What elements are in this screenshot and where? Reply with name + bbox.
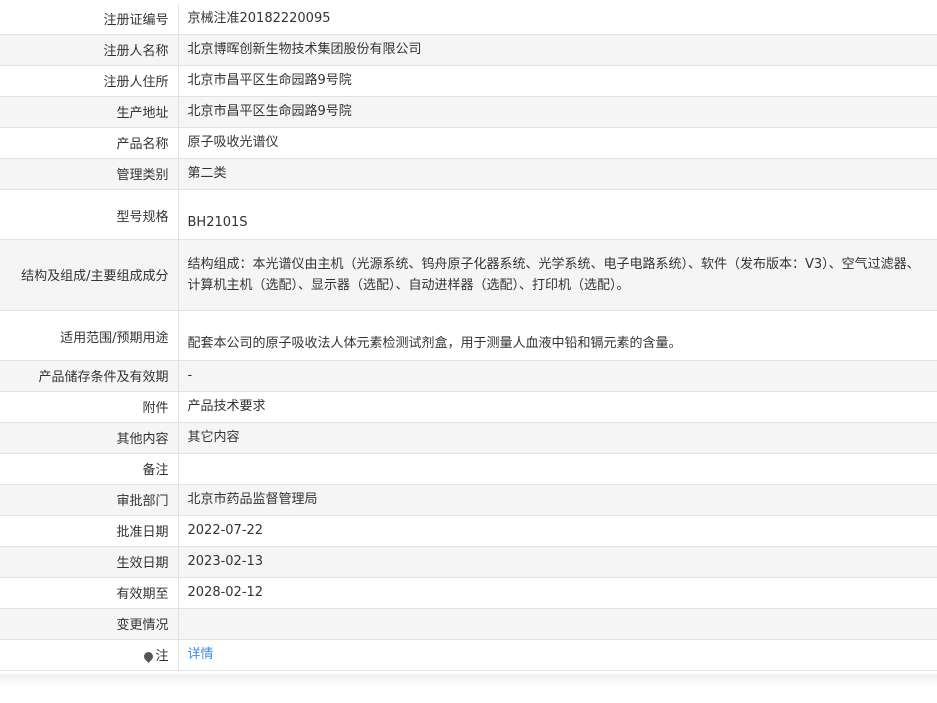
row-remarks: 备注 bbox=[0, 453, 937, 484]
row-expiry-date: 有效期至 2028-02-12 bbox=[0, 577, 937, 608]
registration-detail-table: 注册证编号 京械注准20182220095 注册人名称 北京博晖创新生物技术集团… bbox=[0, 4, 937, 671]
row-label: 生效日期 bbox=[0, 546, 179, 577]
row-storage-condition: 产品储存条件及有效期 - bbox=[0, 360, 937, 391]
row-value: 原子吸收光谱仪 bbox=[187, 135, 279, 150]
row-label: 适用范围/预期用途 bbox=[0, 310, 179, 360]
row-model-spec: 型号规格 BH2101S bbox=[0, 189, 937, 239]
row-label: 注册人名称 bbox=[0, 34, 179, 65]
row-registrant-address: 注册人住所 北京市昌平区生命园路9号院 bbox=[0, 65, 937, 96]
row-value bbox=[178, 608, 937, 639]
row-label: 变更情况 bbox=[0, 608, 179, 639]
row-value: 2023-02-13 bbox=[187, 554, 264, 569]
row-attachment: 附件 产品技术要求 bbox=[0, 391, 937, 422]
row-registrant-name: 注册人名称 北京博晖创新生物技术集团股份有限公司 bbox=[0, 34, 937, 65]
row-value: - bbox=[187, 368, 193, 383]
row-value: 北京市药品监督管理局 bbox=[187, 492, 318, 507]
row-value: 北京市昌平区生命园路9号院 bbox=[187, 73, 352, 88]
row-label: 附件 bbox=[0, 391, 179, 422]
row-value: 2022-07-22 bbox=[187, 523, 264, 538]
row-label: 有效期至 bbox=[0, 577, 179, 608]
row-approval-date: 批准日期 2022-07-22 bbox=[0, 515, 937, 546]
row-value: 其它内容 bbox=[187, 430, 240, 445]
row-value: BH2101S bbox=[187, 214, 248, 230]
page: 注册证编号 京械注准20182220095 注册人名称 北京博晖创新生物技术集团… bbox=[0, 0, 937, 703]
row-value: 2028-02-12 bbox=[187, 585, 264, 600]
row-value: 结构组成：本光谱仪由主机（光源系统、钨舟原子化器系统、光学系统、电子电路系统）、… bbox=[187, 256, 920, 293]
row-effective-date: 生效日期 2023-02-13 bbox=[0, 546, 937, 577]
row-note: 注 详情 bbox=[0, 639, 937, 670]
row-registration-number: 注册证编号 京械注准20182220095 bbox=[0, 4, 937, 34]
row-structure-composition: 结构及组成/主要组成成分 结构组成：本光谱仪由主机（光源系统、钨舟原子化器系统、… bbox=[0, 239, 937, 310]
row-label: 生产地址 bbox=[0, 96, 179, 127]
row-value: 产品技术要求 bbox=[187, 399, 266, 414]
row-approval-department: 审批部门 北京市药品监督管理局 bbox=[0, 484, 937, 515]
row-other-content: 其他内容 其它内容 bbox=[0, 422, 937, 453]
row-management-category: 管理类别 第二类 bbox=[0, 158, 937, 189]
row-value: 第二类 bbox=[187, 166, 227, 181]
row-label: 审批部门 bbox=[0, 484, 179, 515]
row-value: 详情 bbox=[178, 639, 937, 670]
details-link[interactable]: 详情 bbox=[188, 647, 214, 662]
row-product-name: 产品名称 原子吸收光谱仪 bbox=[0, 127, 937, 158]
row-label: 注册人住所 bbox=[0, 65, 179, 96]
note-label: 注 bbox=[155, 649, 169, 664]
row-label: 注册证编号 bbox=[0, 4, 179, 34]
row-value: 配套本公司的原子吸收法人体元素检测试剂盒，用于测量人血液中铅和镉元素的含量。 bbox=[187, 335, 682, 351]
row-label: 型号规格 bbox=[0, 189, 179, 239]
row-label: 产品名称 bbox=[0, 127, 179, 158]
bottom-shadow bbox=[0, 674, 937, 688]
row-value: 北京市昌平区生命园路9号院 bbox=[187, 104, 352, 119]
row-label: 其他内容 bbox=[0, 422, 179, 453]
row-label: 批准日期 bbox=[0, 515, 179, 546]
row-label: 结构及组成/主要组成成分 bbox=[0, 239, 179, 310]
row-intended-use: 适用范围/预期用途 配套本公司的原子吸收法人体元素检测试剂盒，用于测量人血液中铅… bbox=[0, 310, 937, 360]
pin-icon bbox=[142, 650, 156, 663]
row-value: 北京博晖创新生物技术集团股份有限公司 bbox=[187, 42, 422, 57]
row-label: 管理类别 bbox=[0, 158, 179, 189]
row-label: 备注 bbox=[0, 453, 179, 484]
row-label: 产品储存条件及有效期 bbox=[0, 360, 179, 391]
row-value bbox=[178, 453, 937, 484]
row-production-address: 生产地址 北京市昌平区生命园路9号院 bbox=[0, 96, 937, 127]
row-label: 注 bbox=[0, 639, 179, 670]
row-change-status: 变更情况 bbox=[0, 608, 937, 639]
row-value: 京械注准20182220095 bbox=[187, 11, 331, 27]
